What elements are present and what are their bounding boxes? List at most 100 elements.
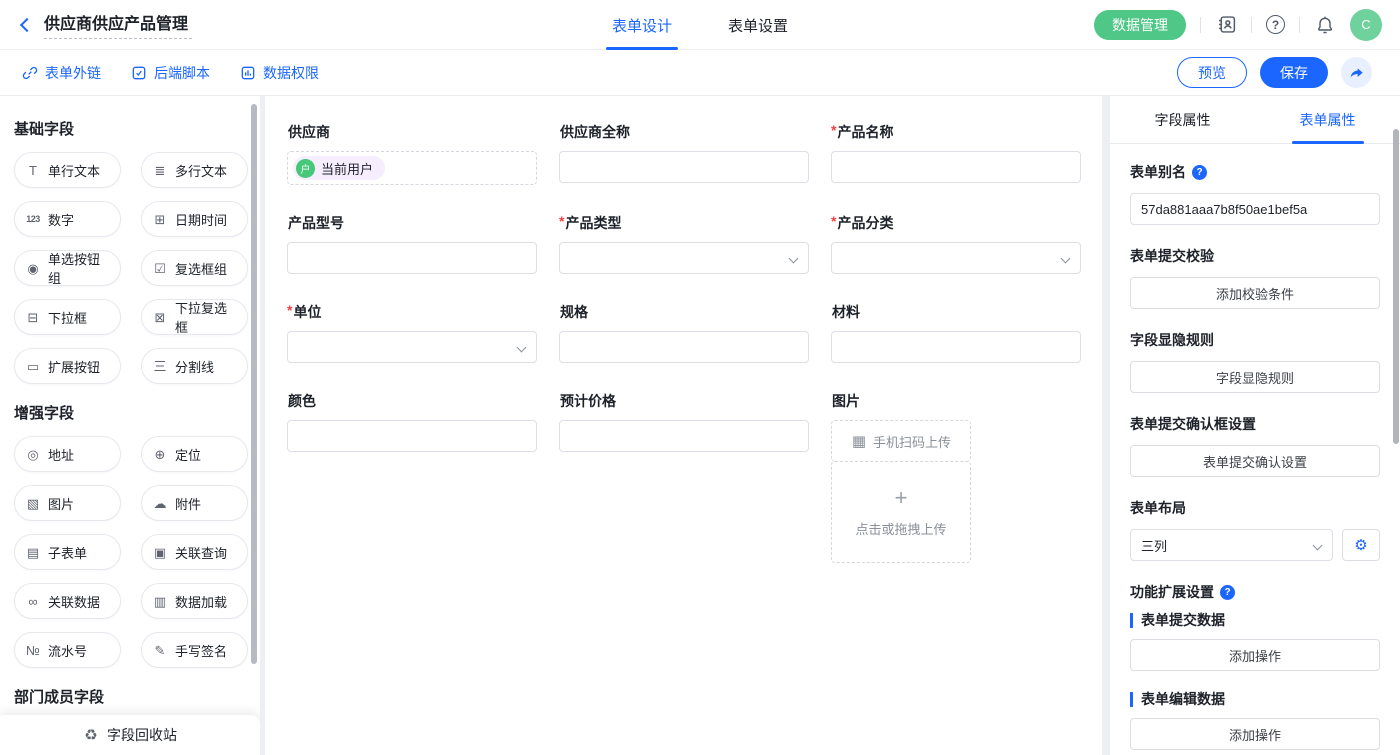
sidebar-item[interactable]: 三 分割线	[141, 348, 248, 384]
sidebar-item[interactable]: ☁ 附件	[141, 485, 248, 521]
form-toolbar: 表单外链 后端脚本 数据权限 预览 保存	[0, 50, 1400, 96]
sidebar-item[interactable]: ▧ 图片	[14, 485, 121, 521]
field-type-icon: ▥	[152, 595, 168, 608]
field-type-icon: ⊟	[25, 311, 41, 324]
property-action-button[interactable]: 表单提交确认设置	[1130, 445, 1380, 477]
sidebar-item[interactable]: 123 数字	[14, 201, 121, 237]
field-recycle-bin[interactable]: ♻ 字段回收站	[0, 715, 260, 755]
field-input[interactable]	[287, 242, 537, 274]
tab-form-settings[interactable]: 表单设置	[728, 0, 788, 50]
sidebar-section-title: 部门成员字段	[14, 686, 248, 707]
chevron-down-icon	[1061, 254, 1071, 264]
field-type-icon: ▣	[152, 546, 168, 559]
field-input[interactable]	[559, 420, 809, 452]
canvas-field[interactable]: *产品类型	[559, 213, 809, 274]
data-permission[interactable]: 数据权限	[240, 63, 319, 83]
backend-script[interactable]: 后端脚本	[131, 63, 210, 83]
canvas-field[interactable]: 供应商 户当前用户	[287, 122, 537, 185]
sidebar-section: 增强字段 ◎ 地址 ⊕ 定位 ▧ 图片 ☁ 附件 ▤ 子表单 ▣ 关联查询 ∞ …	[14, 402, 248, 668]
canvas-field[interactable]: *单位	[287, 302, 537, 363]
sidebar-item[interactable]: T 单行文本	[14, 152, 121, 188]
current-user-tag[interactable]: 户当前用户	[293, 156, 385, 180]
user-avatar[interactable]: C	[1350, 9, 1382, 41]
contact-book-icon[interactable]	[1215, 14, 1237, 36]
sidebar-item[interactable]: ≣ 多行文本	[141, 152, 248, 188]
sidebar-item[interactable]: ⊟ 下拉框	[14, 299, 121, 335]
back-icon[interactable]	[20, 18, 34, 32]
field-input[interactable]	[559, 151, 809, 183]
layout-select[interactable]: 三列	[1130, 529, 1333, 561]
property-action-button[interactable]: 添加校验条件	[1130, 277, 1380, 309]
sidebar-item[interactable]: ▥ 数据加载	[141, 583, 248, 619]
property-section-title: 表单编辑数据	[1130, 692, 1380, 707]
canvas-field[interactable]: 图片 ▦手机扫码上传+点击或拖拽上传	[831, 391, 1081, 563]
drag-upload-area[interactable]: +点击或拖拽上传	[831, 461, 971, 563]
form-external-link[interactable]: 表单外链	[22, 63, 101, 83]
help-icon[interactable]: ?	[1192, 165, 1207, 180]
qr-code-icon: ▦	[851, 434, 867, 449]
property-action-button[interactable]: 添加操作	[1130, 718, 1380, 750]
data-manage-button[interactable]: 数据管理	[1094, 10, 1186, 40]
field-select[interactable]	[287, 331, 537, 363]
sidebar-item[interactable]: ▤ 子表单	[14, 534, 121, 570]
canvas-field[interactable]: 颜色	[287, 391, 537, 452]
required-star: *	[287, 302, 292, 322]
chevron-down-icon	[1313, 541, 1323, 551]
image-upload-field: ▦手机扫码上传+点击或拖拽上传	[831, 420, 971, 563]
field-select[interactable]	[559, 242, 809, 274]
tab-field-properties[interactable]: 字段属性	[1110, 96, 1255, 143]
canvas-field[interactable]: 预计价格	[559, 391, 809, 452]
form-layout-heading: 表单布局	[1130, 498, 1380, 518]
permission-icon	[240, 65, 256, 81]
form-canvas[interactable]: 供应商 户当前用户 供应商全称 *产品名称 产品型号 *产品类型 *产品分类 *…	[265, 96, 1102, 755]
layout-settings-button[interactable]: ⚙	[1342, 529, 1380, 561]
recycle-icon: ♻	[83, 728, 99, 743]
field-select[interactable]	[831, 242, 1081, 274]
sidebar-item[interactable]: ▣ 关联查询	[141, 534, 248, 570]
field-input[interactable]	[831, 151, 1081, 183]
sidebar-item[interactable]: ⊕ 定位	[141, 436, 248, 472]
canvas-field[interactable]: 规格	[559, 302, 809, 363]
canvas-field[interactable]: *产品分类	[831, 213, 1081, 274]
sidebar-item[interactable]: ∞ 关联数据	[14, 583, 121, 619]
sidebar-item[interactable]: ⊠ 下拉复选框	[141, 299, 248, 335]
help-icon[interactable]: ?	[1266, 15, 1285, 34]
property-action-button[interactable]: 字段显隐规则	[1130, 361, 1380, 393]
sidebar-item[interactable]: ✎ 手写签名	[141, 632, 248, 668]
scan-upload-button[interactable]: ▦手机扫码上传	[831, 420, 971, 462]
field-type-icon: ◉	[25, 262, 41, 275]
field-type-icon: ∞	[25, 595, 41, 608]
help-icon[interactable]: ?	[1220, 585, 1235, 600]
sidebar-item[interactable]: ☑ 复选框组	[141, 250, 248, 286]
properties-panel: 字段属性 表单属性 表单别名 ? 57da881aaa7b8f50ae1bef5…	[1110, 96, 1400, 755]
share-button[interactable]	[1341, 57, 1372, 88]
sidebar-item[interactable]: ⊞ 日期时间	[141, 201, 248, 237]
form-alias-input[interactable]: 57da881aaa7b8f50ae1bef5a	[1130, 193, 1380, 225]
sidebar-scrollbar[interactable]	[251, 104, 257, 664]
sidebar-item[interactable]: ◉ 单选按钮组	[14, 250, 121, 286]
sidebar-section-title: 基础字段	[14, 118, 248, 139]
field-user-select[interactable]: 户当前用户	[287, 151, 537, 185]
sidebar-item[interactable]: ▭ 扩展按钮	[14, 348, 121, 384]
canvas-field[interactable]: 产品型号	[287, 213, 537, 274]
form-title[interactable]: 供应商供应产品管理	[44, 10, 192, 39]
sidebar-item[interactable]: № 流水号	[14, 632, 121, 668]
save-button[interactable]: 保存	[1260, 57, 1328, 88]
property-action-button[interactable]: 添加操作	[1130, 639, 1380, 671]
drag-upload-label: 点击或拖拽上传	[855, 519, 946, 538]
tab-form-properties[interactable]: 表单属性	[1255, 96, 1400, 143]
panel-scrollbar[interactable]	[1393, 129, 1399, 444]
canvas-field[interactable]: *产品名称	[831, 122, 1081, 183]
field-input[interactable]	[559, 331, 809, 363]
tab-form-design[interactable]: 表单设计	[612, 0, 672, 50]
field-input[interactable]	[831, 331, 1081, 363]
sidebar-item[interactable]: ◎ 地址	[14, 436, 121, 472]
canvas-field[interactable]: 材料	[831, 302, 1081, 363]
field-input[interactable]	[287, 420, 537, 452]
bell-icon[interactable]	[1314, 14, 1336, 36]
canvas-field[interactable]: 供应商全称	[559, 122, 809, 183]
preview-button[interactable]: 预览	[1177, 57, 1247, 88]
required-star: *	[831, 122, 836, 142]
field-type-icon: ▤	[25, 546, 41, 559]
field-type-icon: T	[25, 164, 41, 177]
